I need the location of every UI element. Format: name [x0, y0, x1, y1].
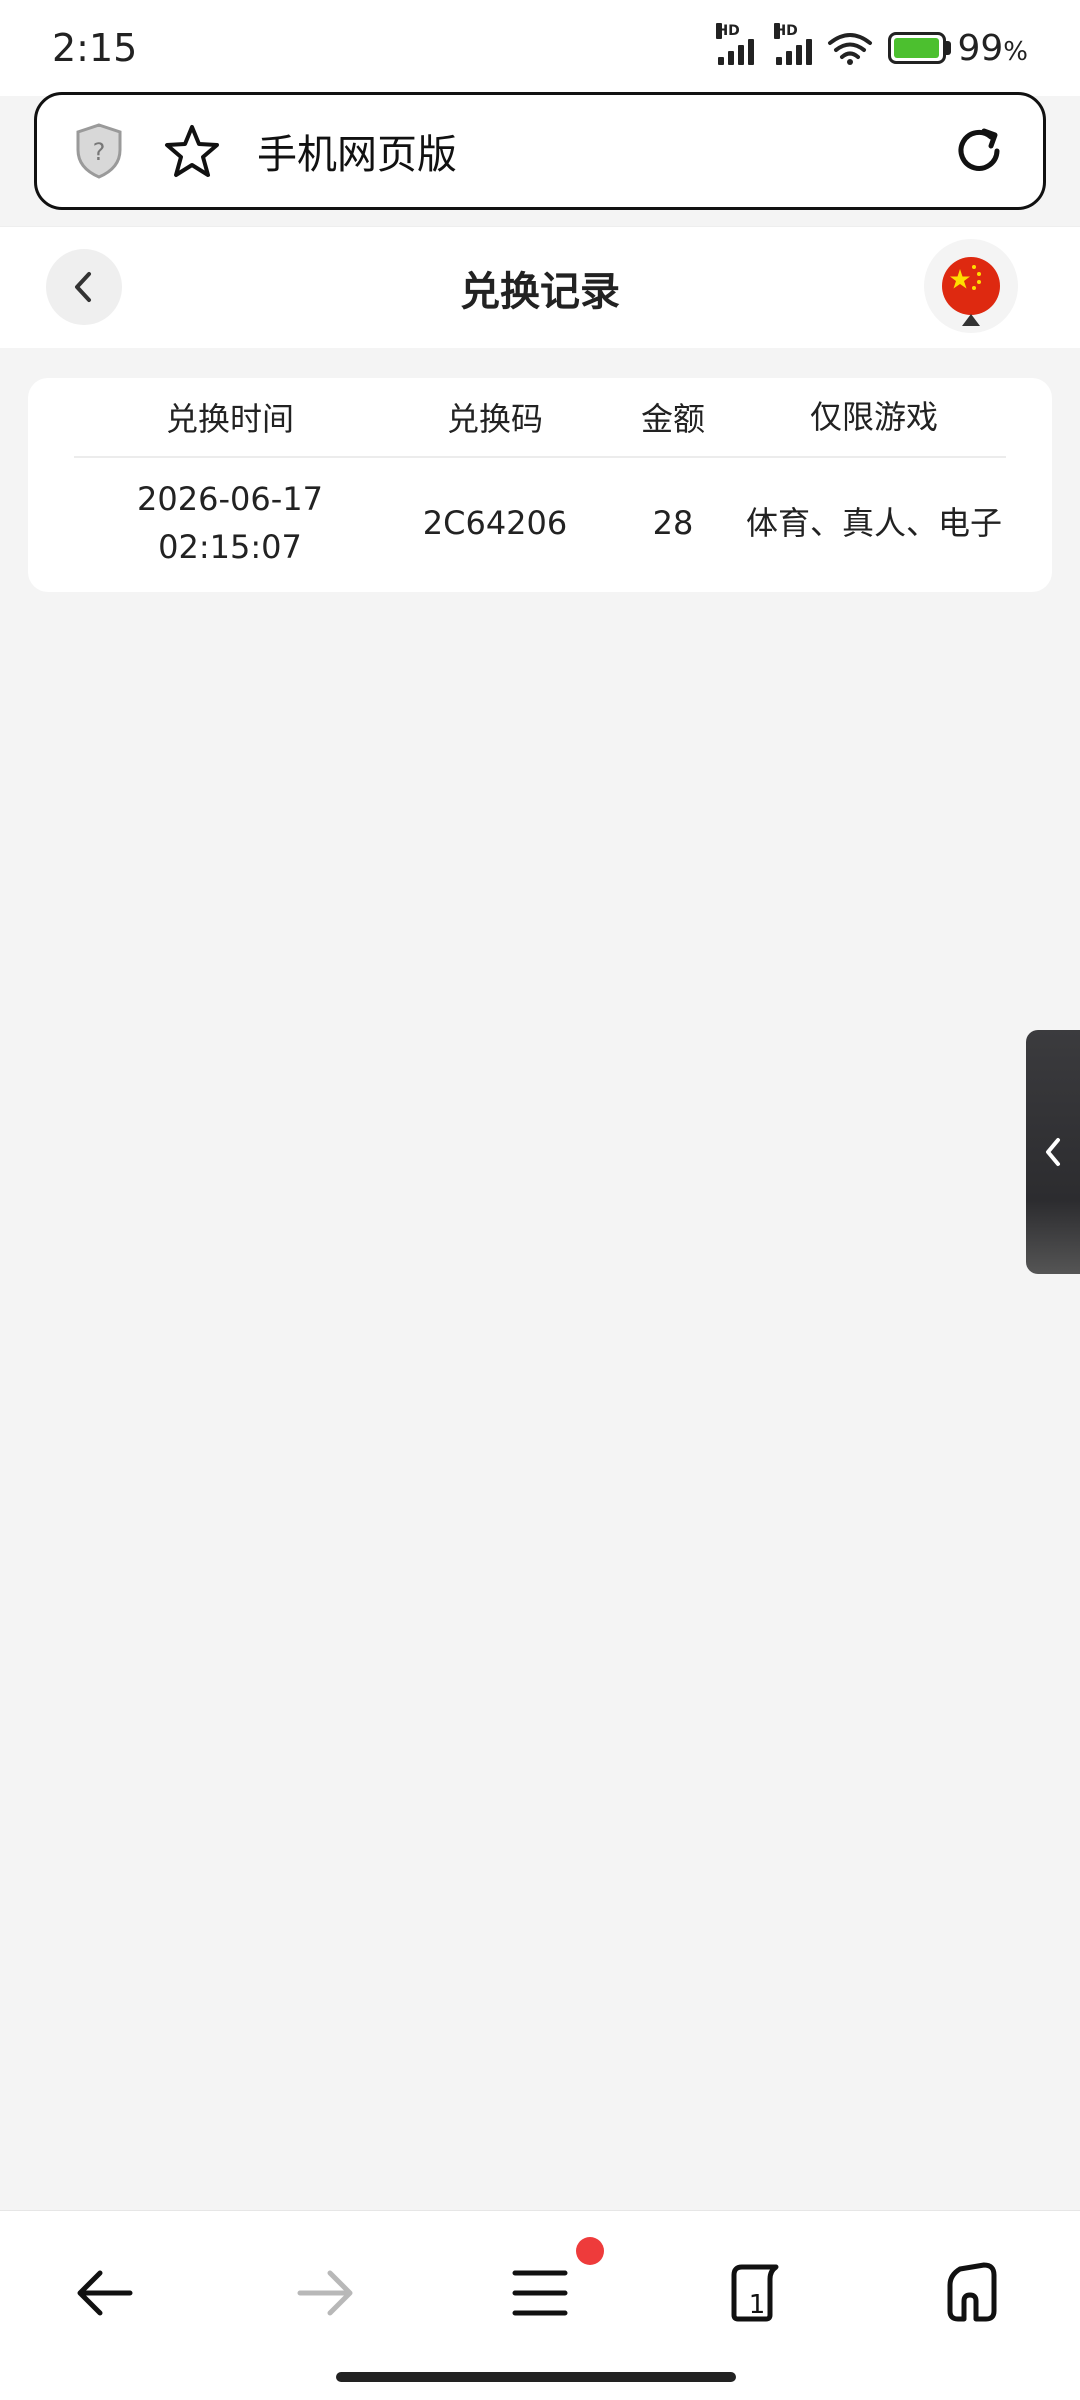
home-indicator[interactable] [336, 2372, 736, 2382]
url-title[interactable]: 手机网页版 [257, 122, 951, 180]
cellular-signal-icon-2: HD [774, 23, 813, 65]
chevron-left-icon [75, 272, 91, 302]
reload-icon[interactable] [951, 123, 1007, 179]
status-bar: 2:15 HD HD 99% [0, 0, 1080, 96]
column-header-code: 兑换码 [446, 400, 543, 438]
arrow-left-icon [77, 2270, 133, 2316]
dropdown-caret-icon [962, 314, 980, 326]
shield-icon[interactable]: ? [73, 122, 125, 180]
side-drawer-handle[interactable] [1026, 1030, 1080, 1274]
battery-icon: 99% [888, 28, 1028, 69]
nav-menu-button[interactable] [498, 2251, 582, 2335]
table-row: 2026-06-17 02:15:07 2C64206 28 体育、真人、电子 [74, 458, 1006, 588]
notification-dot [576, 2237, 604, 2265]
column-header-time: 兑换时间 [165, 400, 294, 438]
page-title: 兑换记录 [460, 268, 620, 315]
home-icon [947, 2262, 997, 2322]
records-table: 兑换时间 兑换码 金额 仅限游戏 2026-06-17 02:15:07 2C6… [28, 378, 1052, 592]
nav-back-button[interactable] [62, 2251, 146, 2335]
status-time: 2:15 [52, 26, 138, 70]
cellular-signal-icon: HD [716, 23, 755, 65]
wifi-icon [828, 33, 873, 65]
browser-url-bar[interactable]: ? 手机网页版 [34, 92, 1046, 210]
cell-games: 体育、真人、电子 [745, 504, 1002, 542]
svg-text:?: ? [93, 138, 106, 166]
bookmark-star-icon[interactable] [163, 123, 221, 179]
tabs-icon: 1 [731, 2264, 779, 2322]
page-header: 兑换记录 [0, 226, 1080, 348]
nav-forward-button[interactable] [284, 2251, 368, 2335]
arrow-right-icon [297, 2270, 353, 2316]
column-header-amount: 金额 [640, 400, 705, 438]
cell-code: 2C64206 [422, 504, 568, 542]
back-button[interactable] [46, 249, 122, 325]
china-flag-icon [942, 257, 1000, 315]
nav-home-button[interactable] [930, 2251, 1014, 2335]
nav-tabs-button[interactable]: 1 [714, 2251, 798, 2335]
menu-icon [512, 2270, 568, 2316]
cell-amount: 28 [652, 504, 694, 542]
chevron-left-icon [1046, 1138, 1060, 1166]
status-icons: HD HD 99% [716, 23, 1028, 69]
cell-time: 2026-06-17 02:15:07 [74, 475, 386, 571]
cell-clock: 02:15:07 [158, 528, 302, 566]
table-header-row: 兑换时间 兑换码 金额 仅限游戏 [74, 378, 1006, 458]
column-header-games: 仅限游戏 [809, 398, 938, 436]
battery-percent: 99% [957, 27, 1028, 69]
svg-text:1: 1 [749, 2290, 766, 2320]
cell-date: 2026-06-17 [137, 480, 323, 518]
